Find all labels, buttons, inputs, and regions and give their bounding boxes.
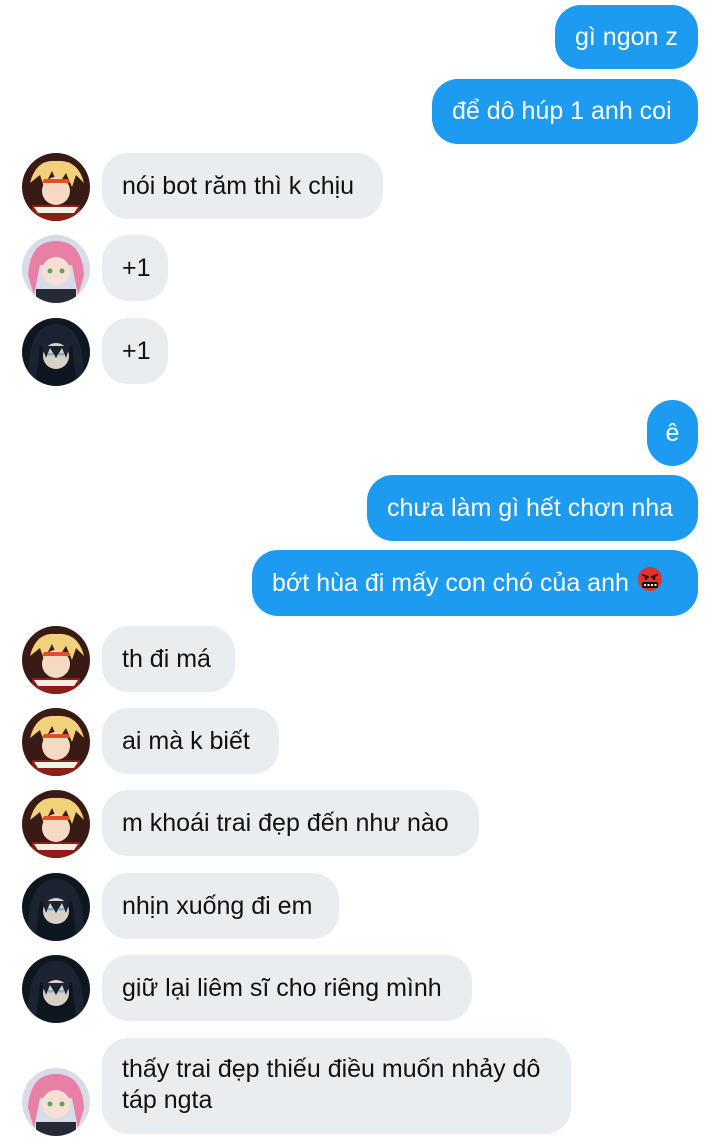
- incoming-message[interactable]: nói bot răm thì k chịu: [102, 153, 383, 219]
- outgoing-message[interactable]: gì ngon z: [555, 5, 698, 69]
- incoming-message[interactable]: giữ lại liêm sĩ cho riêng mình: [102, 955, 472, 1021]
- message-text: giữ lại liêm sĩ cho riêng mình: [122, 973, 442, 1002]
- incoming-message[interactable]: ai mà k biết: [102, 708, 279, 774]
- avatar-blonde-flame-hair[interactable]: [22, 790, 90, 858]
- message-text: m khoái trai đẹp đến như nào: [122, 808, 449, 837]
- outgoing-message[interactable]: ê: [647, 400, 698, 466]
- outgoing-message[interactable]: để dô húp 1 anh coi: [432, 79, 698, 144]
- incoming-message[interactable]: +1: [102, 235, 168, 301]
- avatar-dark-hair[interactable]: [22, 955, 90, 1023]
- message-text: ê: [665, 418, 680, 447]
- message-text: +1: [122, 253, 151, 282]
- outgoing-message[interactable]: bớt hùa đi mấy con chó của anh: [252, 550, 698, 616]
- message-text: +1: [122, 336, 151, 365]
- message-text: chưa làm gì hết chơn nha: [387, 493, 674, 522]
- avatar-blonde-flame-hair[interactable]: [22, 708, 90, 776]
- message-text: gì ngon z: [575, 22, 678, 51]
- message-text: để dô húp 1 anh coi: [452, 97, 672, 125]
- incoming-message[interactable]: thấy trai đẹp thiếu điều muốn nhảy dô tá…: [102, 1038, 571, 1134]
- avatar-dark-hair[interactable]: [22, 318, 90, 386]
- avatar-pink-hair[interactable]: [22, 235, 90, 303]
- message-text: nhịn xuống đi em: [122, 891, 313, 920]
- avatar-dark-hair[interactable]: [22, 873, 90, 941]
- avatar-blonde-flame-hair[interactable]: [22, 626, 90, 694]
- message-text: th đi má: [122, 644, 211, 673]
- message-text: thấy trai đẹp thiếu điều muốn nhảy dô tá…: [122, 1055, 541, 1114]
- avatar-pink-hair[interactable]: [22, 1068, 90, 1136]
- message-text: nói bot răm thì k chịu: [122, 171, 355, 200]
- incoming-message[interactable]: m khoái trai đẹp đến như nào: [102, 790, 479, 856]
- incoming-message[interactable]: nhịn xuống đi em: [102, 873, 339, 939]
- message-text: ai mà k biết: [122, 726, 250, 755]
- avatar-blonde-flame-hair[interactable]: [22, 153, 90, 221]
- incoming-message[interactable]: +1: [102, 318, 168, 384]
- face-with-symbols-on-mouth-icon: [637, 566, 663, 600]
- outgoing-message[interactable]: chưa làm gì hết chơn nha: [367, 475, 698, 541]
- message-text: bớt hùa đi mấy con chó của anh: [272, 568, 629, 597]
- incoming-message[interactable]: th đi má: [102, 626, 235, 692]
